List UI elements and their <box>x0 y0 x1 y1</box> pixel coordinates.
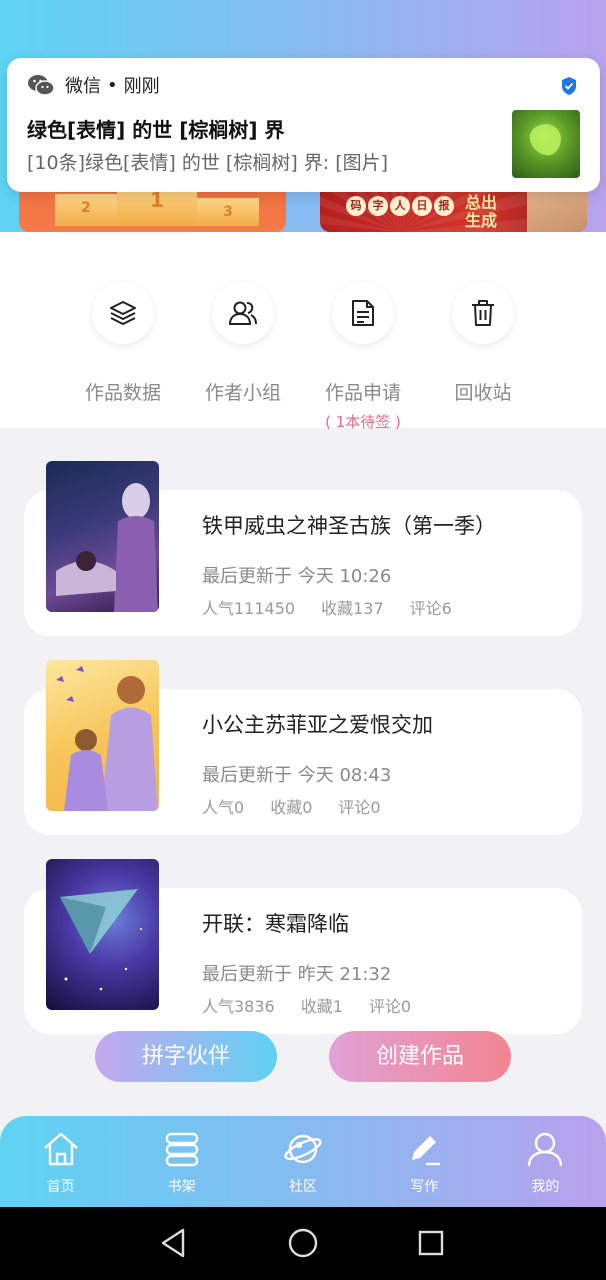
nav-label: 社区 <box>289 1179 317 1195</box>
bookshelf-icon <box>165 1132 198 1167</box>
tool-recycle-bin[interactable]: 回收站 <box>428 282 538 405</box>
work-stats: 人气3836 收藏1 评论0 <box>202 993 411 1017</box>
nav-label: 书架 <box>167 1179 196 1195</box>
banner-pill: 日 <box>412 196 432 216</box>
work-title: 开联：寒霜降临 <box>202 912 349 936</box>
notification-title: 绿色[表情] 的世 [棕榈树] 界 <box>27 118 285 142</box>
banner-text-line: 生成 <box>464 211 497 230</box>
tool-work-data[interactable]: 作品数据 <box>68 282 178 405</box>
tool-label: 作品数据 <box>84 382 161 404</box>
cover-illustration <box>56 666 158 811</box>
nav-bookshelf[interactable]: 书架 <box>121 1116 242 1207</box>
profile-icon <box>528 1132 563 1167</box>
work-comments: 评论0 <box>338 798 381 817</box>
create-work-button[interactable]: 创建作品 <box>329 1031 511 1082</box>
notification-header: 微信 • 刚刚 <box>27 72 160 98</box>
banner-text-line: 总出 <box>464 193 497 212</box>
work-popularity: 人气111450 <box>202 599 296 618</box>
tool-icon-circle <box>212 282 274 344</box>
banner-pill: 字 <box>368 196 388 216</box>
nav-community[interactable]: 社区 <box>242 1116 363 1207</box>
banner-pill: 报 <box>434 196 454 216</box>
nav-label: 写作 <box>410 1179 439 1195</box>
work-comments: 评论6 <box>409 599 452 618</box>
cover-illustration <box>60 889 142 991</box>
work-cover-image[interactable] <box>46 859 159 1010</box>
layers-icon <box>110 301 136 325</box>
work-updated-time: 最后更新于 今天 08:43 <box>202 765 392 786</box>
nav-writing[interactable]: 写作 <box>364 1116 485 1207</box>
back-icon[interactable] <box>153 1223 193 1263</box>
podium-second: 2 <box>55 194 117 226</box>
users-icon <box>228 301 257 325</box>
work-favorites: 收藏0 <box>270 798 313 817</box>
tool-icon-circle <box>92 282 154 344</box>
work-popularity: 人气3836 <box>202 997 275 1016</box>
document-icon <box>352 300 374 326</box>
tool-icon-circle <box>452 282 514 344</box>
wechat-notification[interactable]: 微信 • 刚刚 绿色[表情] 的世 [棕榈树] 界 [10条]绿色[表情] 的世… <box>7 58 600 192</box>
home-icon <box>43 1132 78 1166</box>
pen-icon <box>412 1136 441 1166</box>
shield-check-icon <box>562 77 576 95</box>
work-favorites: 收藏137 <box>321 599 384 618</box>
tool-label: 作者小组 <box>204 382 281 404</box>
work-title: 铁甲威虫之神圣古族（第一季） <box>202 514 496 538</box>
tool-icon-circle <box>332 282 394 344</box>
home-circle-icon[interactable] <box>283 1223 323 1263</box>
work-comments: 评论0 <box>368 997 412 1016</box>
tool-author-group[interactable]: 作者小组 <box>188 282 298 405</box>
tool-label: 作品申请 <box>324 382 401 404</box>
banner-right-text: 总出 生成 <box>465 194 497 230</box>
work-title: 小公主苏菲亚之爱恨交加 <box>202 713 433 737</box>
work-updated-time: 最后更新于 今天 10:26 <box>202 566 392 587</box>
podium-third: 3 <box>197 198 259 226</box>
pending-sign-count: ( 1本待签 ) <box>325 413 401 431</box>
wechat-icon <box>28 75 55 96</box>
partner-button[interactable]: 拼字伙伴 <box>95 1031 277 1082</box>
notification-body: [10条]绿色[表情] 的世 [棕榈树] 界: [图片] <box>27 152 389 174</box>
bottom-navigation: 首页 书架 社区 写作 我的 <box>0 1116 606 1207</box>
banner-pill: 人 <box>390 196 410 216</box>
banner-pill-row: 码 字 人 日 报 <box>346 196 454 216</box>
nav-label: 我的 <box>531 1179 560 1195</box>
notification-separator: • <box>107 74 118 96</box>
planet-icon <box>284 1134 322 1164</box>
nav-label: 首页 <box>46 1179 75 1195</box>
system-navigation-bar <box>0 1207 606 1280</box>
leaf-shape <box>524 117 568 161</box>
trash-icon <box>472 300 494 326</box>
work-stats: 人气111450 收藏137 评论6 <box>202 595 452 619</box>
work-stats: 人气0 收藏0 评论0 <box>202 794 381 818</box>
tool-work-apply[interactable]: 作品申请 ( 1本待签 ) <box>308 282 418 432</box>
work-favorites: 收藏1 <box>300 997 343 1016</box>
work-cover-image[interactable] <box>46 461 159 612</box>
tool-label: 回收站 <box>454 382 512 404</box>
nav-profile[interactable]: 我的 <box>485 1116 606 1207</box>
work-popularity: 人气0 <box>202 798 245 817</box>
work-cover-image[interactable] <box>46 660 159 811</box>
recents-icon[interactable] <box>411 1223 451 1263</box>
notification-time: 刚刚 <box>123 76 160 97</box>
notification-app-name: 微信 <box>65 76 101 97</box>
notification-image-thumbnail <box>512 110 580 178</box>
nav-home[interactable]: 首页 <box>0 1116 121 1207</box>
work-updated-time: 最后更新于 昨天 21:32 <box>202 964 392 985</box>
banner-pill: 码 <box>346 196 366 216</box>
cover-illustration <box>56 483 158 612</box>
